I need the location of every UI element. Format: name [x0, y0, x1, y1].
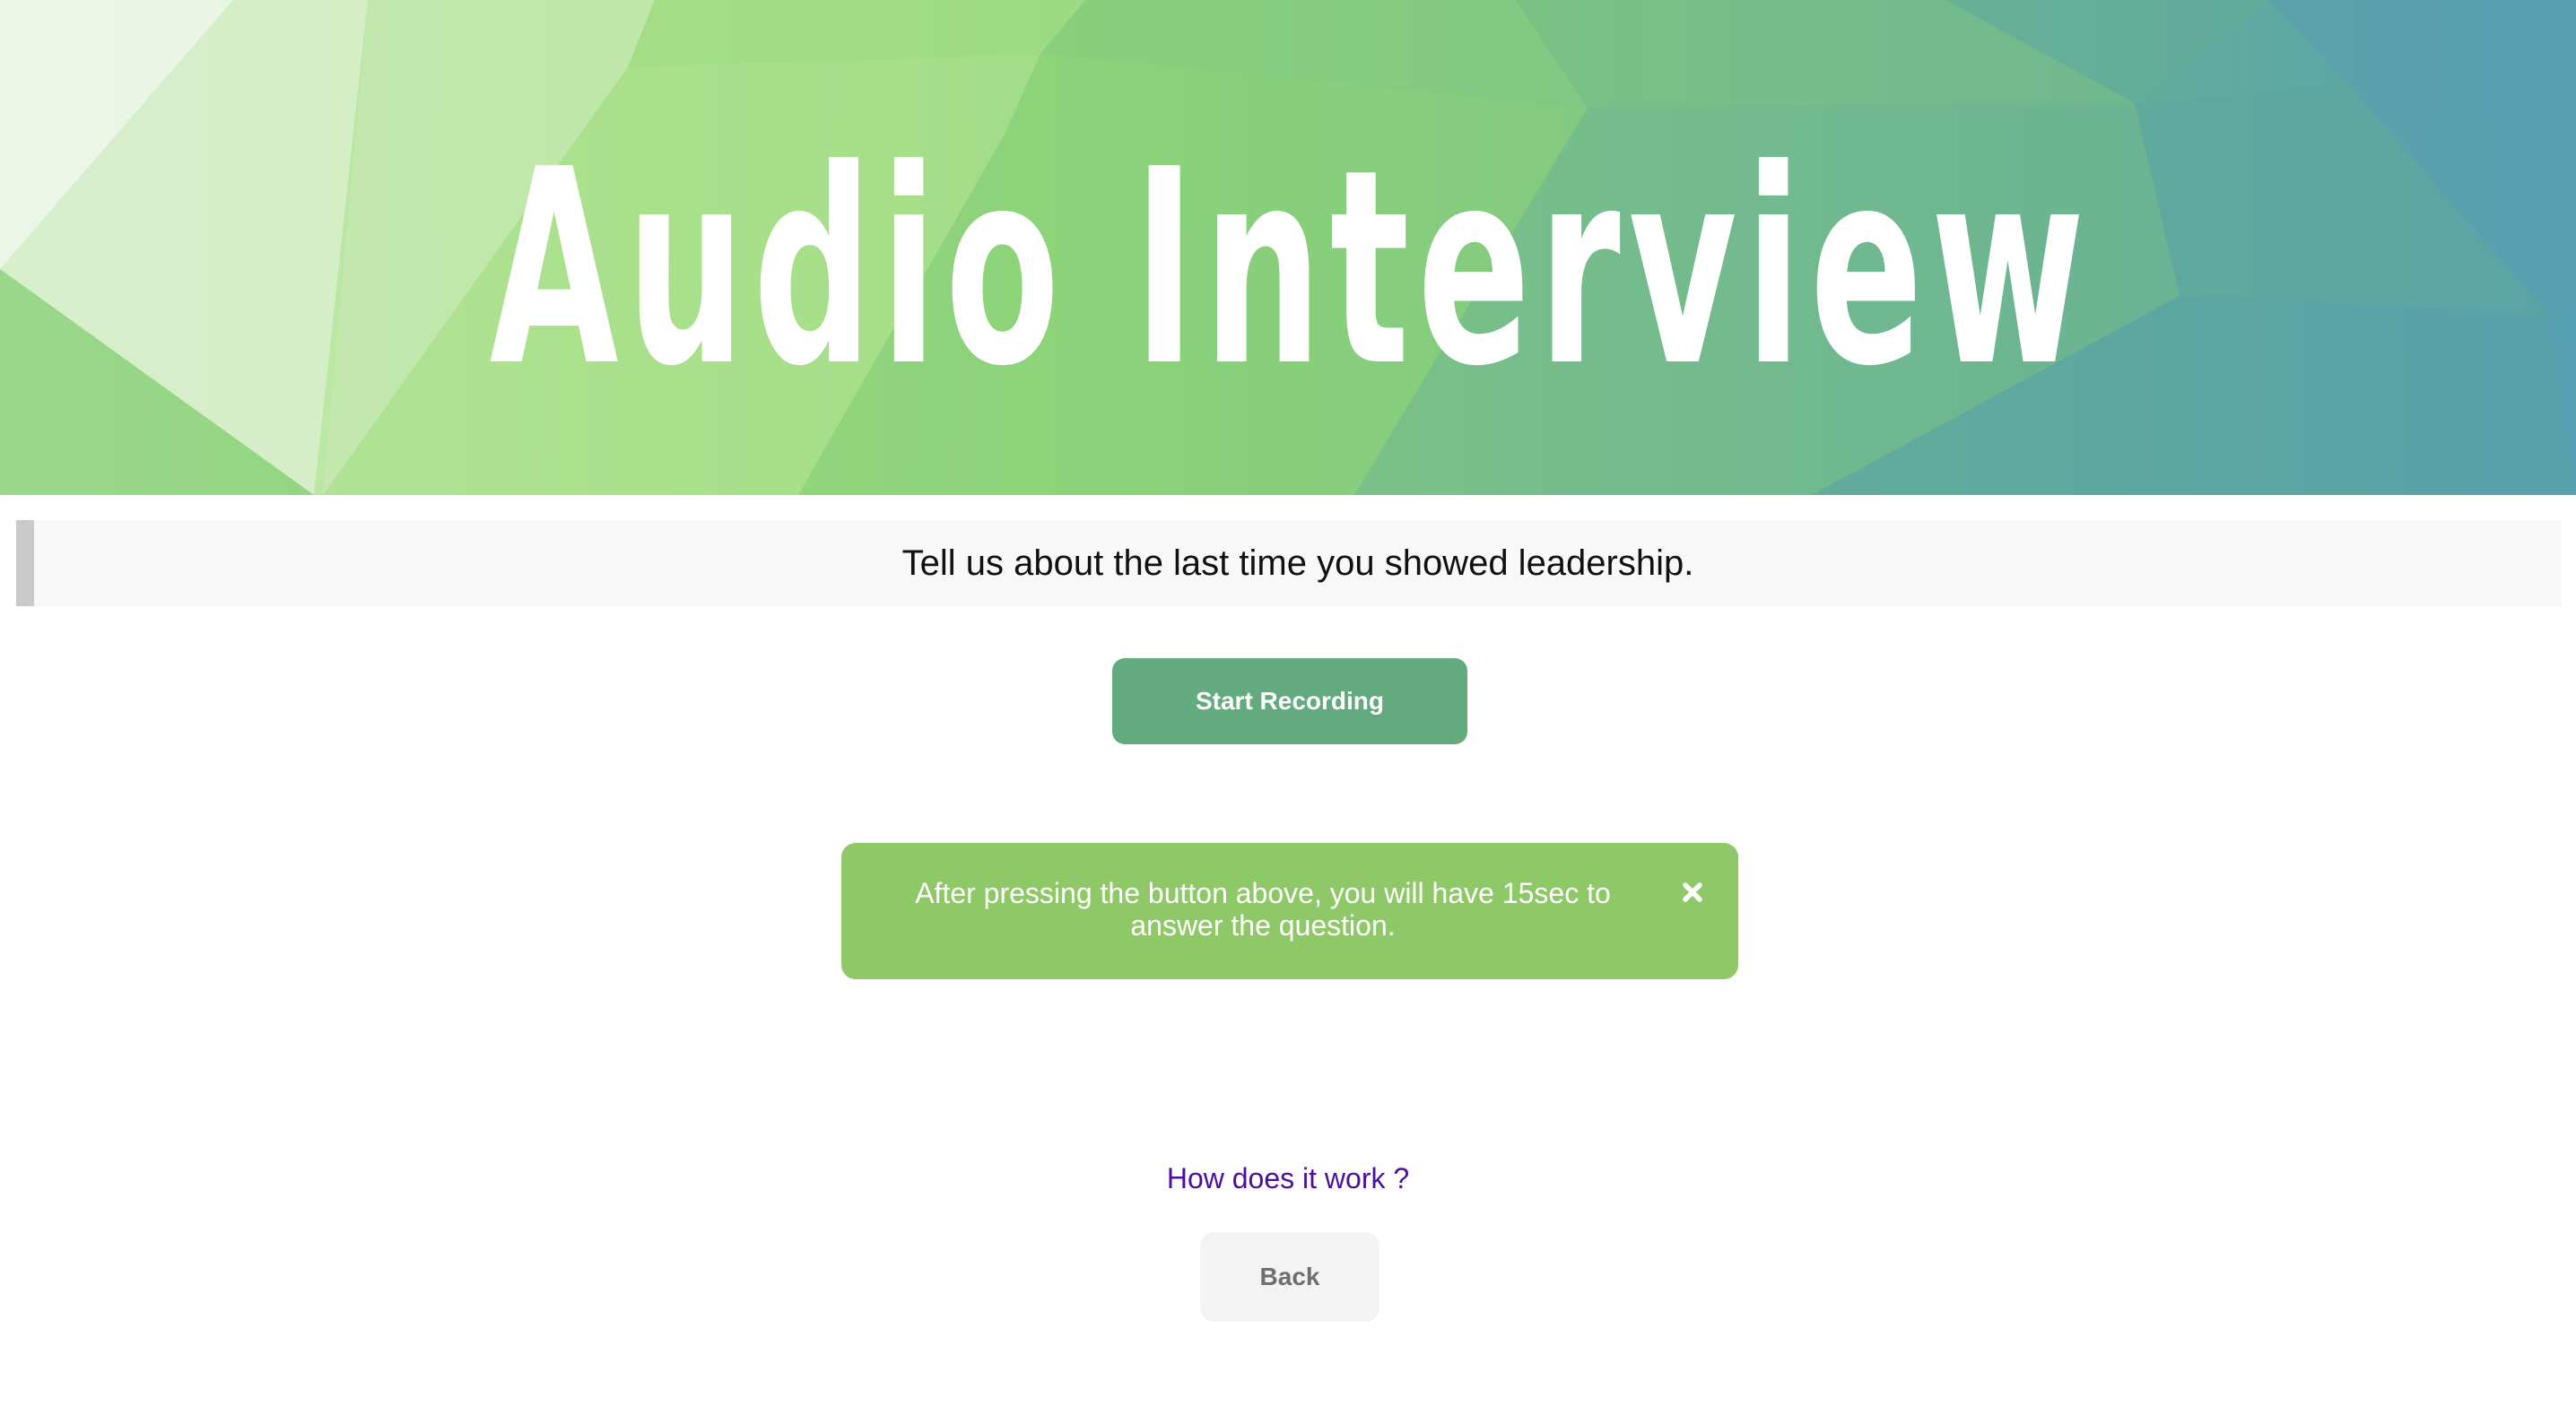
info-notice: After pressing the button above, you wil… — [841, 843, 1738, 979]
header-banner: Audio Interview — [0, 0, 2576, 495]
question-bar: Tell us about the last time you showed l… — [16, 520, 2562, 606]
how-does-it-work-link[interactable]: How does it work ? — [1109, 1162, 1467, 1195]
close-icon-glyph — [1683, 882, 1702, 902]
question-text: Tell us about the last time you showed l… — [901, 543, 1694, 583]
back-button[interactable]: Back — [1200, 1232, 1379, 1322]
start-recording-button[interactable]: Start Recording — [1112, 658, 1467, 744]
banner-title: Audio Interview — [489, 112, 2093, 425]
notice-message: After pressing the button above, you wil… — [915, 877, 1611, 942]
page: Audio Interview Tell us about the last t… — [0, 0, 2576, 1424]
close-icon[interactable] — [1677, 877, 1708, 907]
